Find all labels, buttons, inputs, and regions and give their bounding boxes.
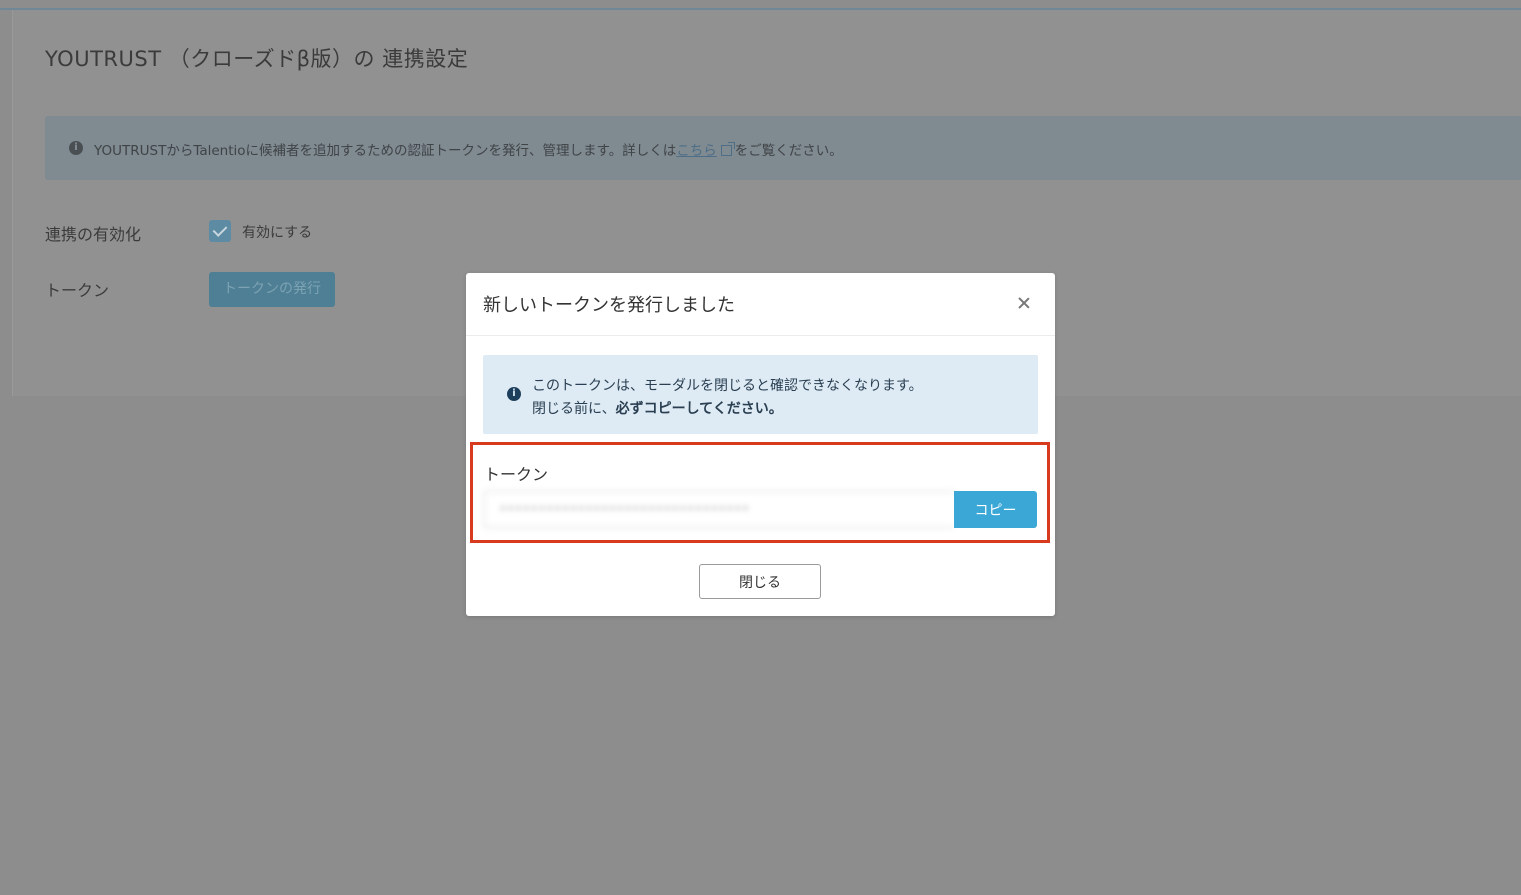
new-token-modal: 新しいトークンを発行しました i このトークンは、モーダルを閉じると確認できなく… [466,273,1055,616]
enable-checkbox[interactable] [209,220,231,242]
info-text-after-link: をご覧ください。 [734,143,843,159]
notice-box: i このトークンは、モーダルを閉じると確認できなくなります。 閉じる前に、必ずコ… [483,355,1038,434]
details-link[interactable]: こちら [676,143,717,159]
page-title: YOUTRUST （クローズドβ版）の 連携設定 [45,47,469,71]
enable-checkbox-label[interactable]: 有効にする [242,222,312,242]
enable-integration-label: 連携の有効化 [45,225,142,244]
info-icon: i [507,387,521,401]
info-banner: i YOUTRUSTからTalentioに候補者を追加するための認証トークンを発… [45,116,1521,180]
close-icon[interactable] [1014,293,1034,313]
token-input[interactable] [484,491,954,528]
modal-title: 新しいトークンを発行しました [483,295,735,316]
token-field-label: トークン [484,465,549,484]
notice-text-line2: 閉じる前に、必ずコピーしてください。 [532,398,783,418]
notice-text-line1: このトークンは、モーダルを閉じると確認できなくなります。 [532,378,923,394]
info-text-before-link: YOUTRUSTからTalentioに候補者を追加するための認証トークンを発行、… [94,143,677,159]
copy-button[interactable]: コピー [954,491,1037,528]
modal-header: 新しいトークンを発行しました [466,273,1055,336]
notice-line2-emphasis: 必ずコピーしてください。 [615,401,783,417]
token-row-label: トークン [45,281,110,300]
close-button[interactable]: 閉じる [699,564,821,599]
issue-token-button[interactable]: トークンの発行 [209,272,335,307]
info-banner-text: YOUTRUSTからTalentioに候補者を追加するための認証トークンを発行、… [94,139,843,159]
info-icon: i [69,141,83,155]
notice-line2-prefix: 閉じる前に、 [532,401,616,417]
external-link-icon[interactable] [720,142,735,156]
